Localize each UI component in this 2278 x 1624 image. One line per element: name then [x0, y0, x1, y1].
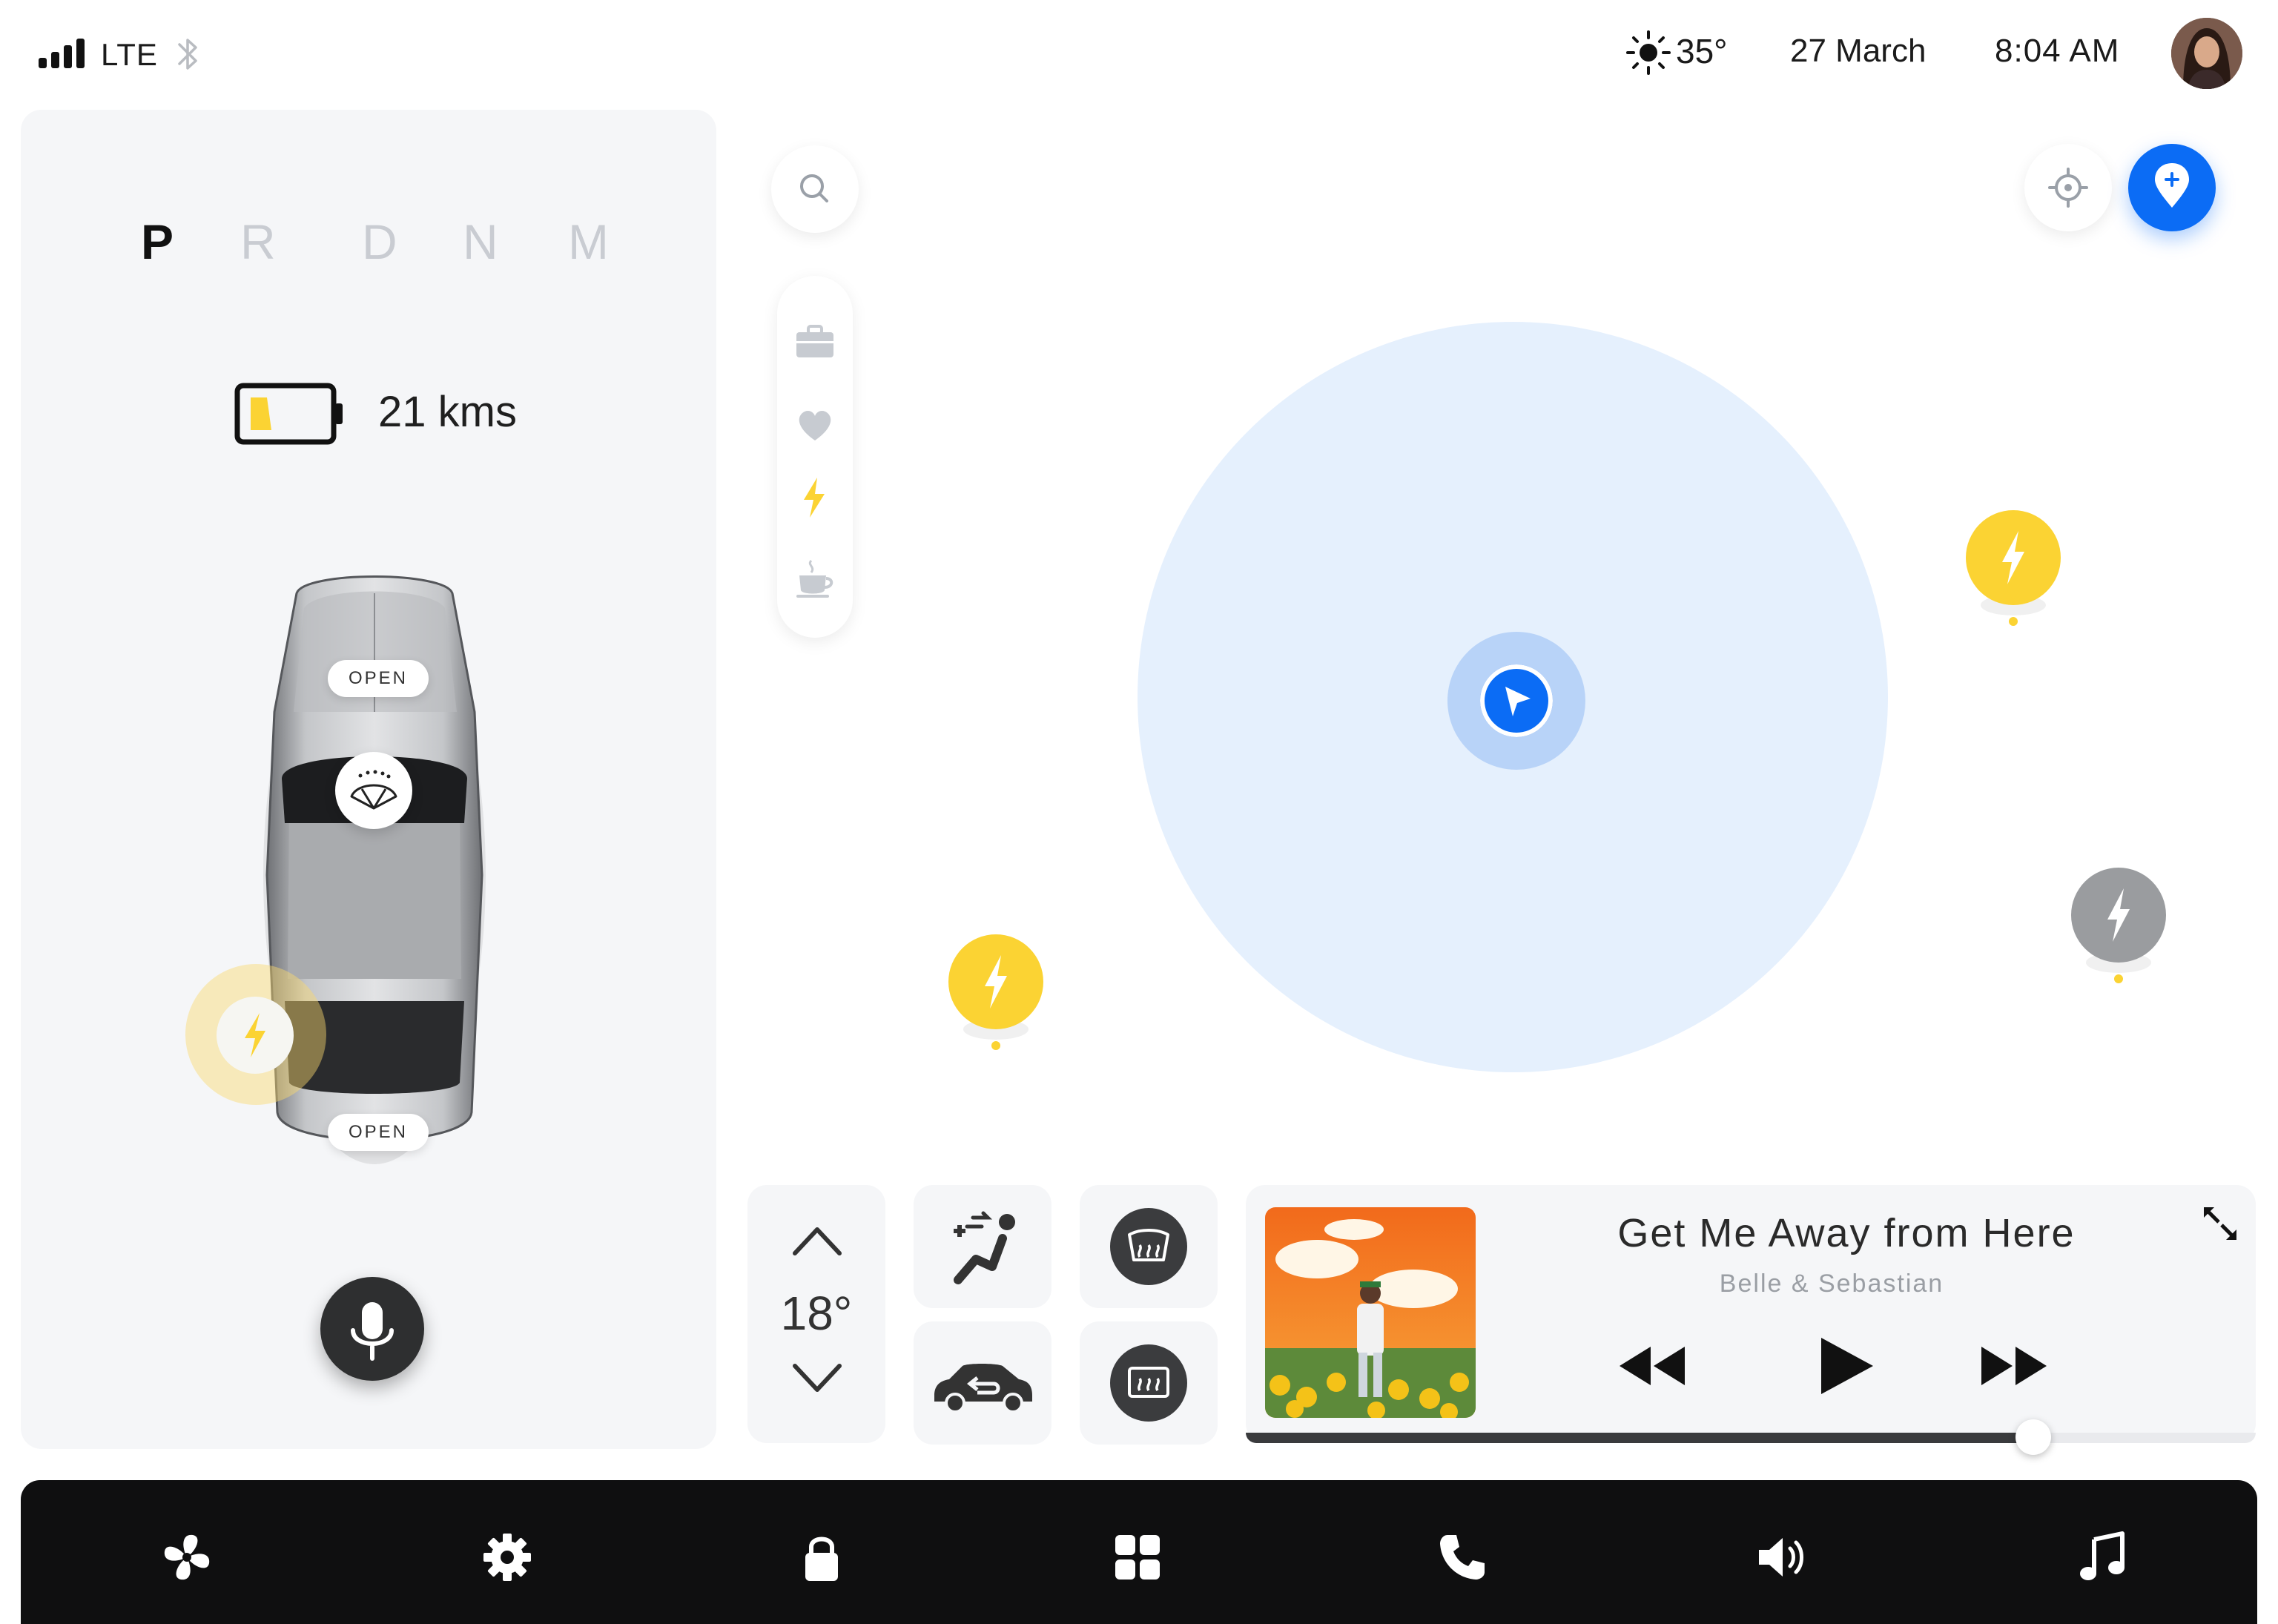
- wiper-icon: [350, 770, 397, 810]
- battery-icon: [234, 383, 343, 445]
- date-label: 27 March: [1790, 33, 1927, 69]
- album-art[interactable]: [1265, 1207, 1476, 1418]
- track-title: Get Me Away from Here: [1617, 1211, 2076, 1255]
- signal-strength-icon: [39, 39, 86, 68]
- album-art-image: [1265, 1207, 1476, 1418]
- front-defrost-icon: [1128, 1229, 1169, 1261]
- gear-manual[interactable]: M: [568, 214, 609, 270]
- bolt-icon: [245, 1013, 265, 1057]
- front-defrost-circle: [1110, 1208, 1187, 1285]
- microphone-icon: [351, 1302, 394, 1361]
- gear-neutral[interactable]: N: [463, 214, 498, 270]
- network-label: LTE: [101, 37, 158, 72]
- gear-reverse[interactable]: R: [240, 214, 276, 270]
- coffee-icon[interactable]: [792, 555, 838, 601]
- volume-icon[interactable]: [1753, 1529, 1809, 1585]
- crosshair-icon: [2048, 168, 2088, 208]
- charging-station-pin[interactable]: [948, 934, 1044, 1053]
- settings-icon[interactable]: [479, 1529, 535, 1585]
- track-artist: Belle & Sebastian: [1719, 1270, 1944, 1298]
- lock-icon[interactable]: [793, 1529, 850, 1585]
- charging-station-pin-unavailable[interactable]: [2070, 868, 2167, 986]
- charging-station-pin[interactable]: [1965, 510, 2061, 629]
- front-defrost-button[interactable]: [1080, 1185, 1218, 1308]
- gear-drive[interactable]: D: [362, 214, 397, 270]
- user-avatar[interactable]: [2171, 18, 2242, 89]
- clock: 8:04 AM: [1995, 33, 2120, 69]
- playback-progress-fill: [1246, 1433, 2033, 1443]
- briefcase-icon[interactable]: [792, 319, 838, 365]
- rear-defrost-button[interactable]: [1080, 1321, 1218, 1445]
- expand-icon[interactable]: [2199, 1203, 2241, 1244]
- temperature-up-button[interactable]: [790, 1224, 844, 1258]
- recirculation-button[interactable]: [914, 1321, 1051, 1445]
- music-icon[interactable]: [2075, 1529, 2131, 1585]
- outside-temperature: 35°: [1676, 32, 1728, 70]
- rear-defrost-circle: [1110, 1344, 1187, 1422]
- rear-defrost-icon: [1128, 1367, 1169, 1398]
- current-location-marker[interactable]: [1480, 664, 1553, 737]
- add-location-button[interactable]: [2128, 144, 2216, 231]
- search-icon: [800, 174, 828, 202]
- charge-port-button[interactable]: [217, 997, 294, 1074]
- phone-icon[interactable]: [1434, 1529, 1490, 1585]
- seat-airflow-icon: [954, 1211, 1015, 1284]
- gear-park[interactable]: P: [141, 214, 174, 270]
- navigation-arrow-icon: [1505, 687, 1531, 716]
- fan-icon[interactable]: [159, 1529, 215, 1585]
- seat-airflow-button[interactable]: [914, 1185, 1051, 1308]
- car-recirculation-icon: [934, 1364, 1032, 1413]
- bolt-icon[interactable]: [792, 475, 838, 521]
- map-search-button[interactable]: [771, 145, 859, 233]
- add-pin-icon: [2155, 163, 2189, 208]
- play-button[interactable]: [1817, 1335, 1876, 1397]
- wiper-button[interactable]: [335, 752, 412, 829]
- temperature-down-button[interactable]: [790, 1361, 844, 1396]
- front-trunk-open-button[interactable]: OPEN: [328, 660, 429, 697]
- recenter-button[interactable]: [2024, 144, 2112, 231]
- bluetooth-icon[interactable]: [174, 34, 203, 74]
- user-avatar-image: [2171, 18, 2242, 89]
- rear-trunk-open-button[interactable]: OPEN: [328, 1114, 429, 1151]
- range-label: 21 kms: [378, 388, 517, 436]
- voice-command-button[interactable]: [320, 1277, 424, 1381]
- playback-scrubber[interactable]: [2015, 1419, 2051, 1455]
- heart-icon[interactable]: [792, 402, 838, 448]
- sun-icon: [1626, 30, 1671, 75]
- cabin-temperature: 18°: [780, 1287, 853, 1340]
- previous-track-button[interactable]: [1617, 1344, 1688, 1388]
- apps-icon[interactable]: [1109, 1529, 1166, 1585]
- next-track-button[interactable]: [1978, 1344, 2050, 1388]
